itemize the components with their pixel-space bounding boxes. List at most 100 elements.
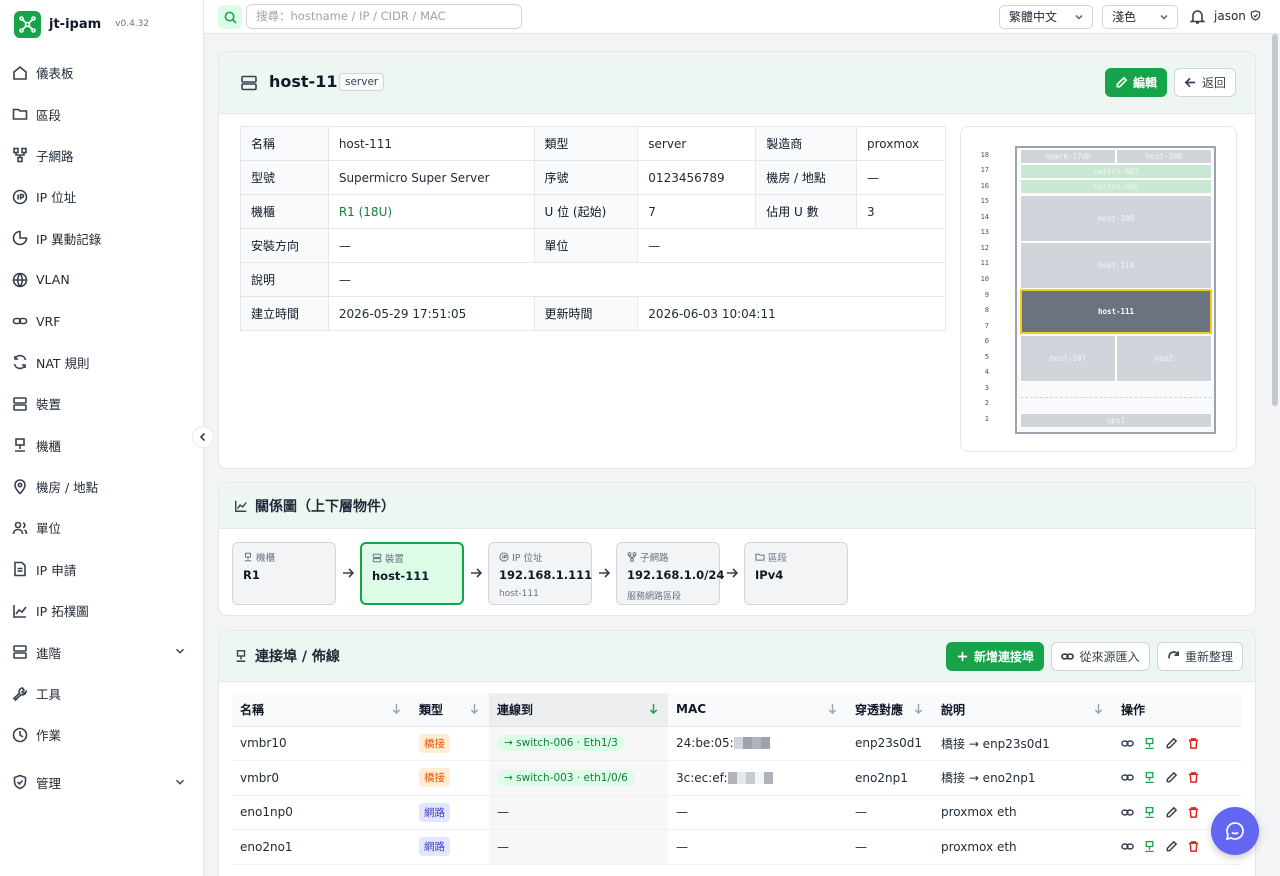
column-header-connected-to[interactable]: 連線到 [489,693,668,727]
trash-icon[interactable] [1187,771,1200,784]
rack-device[interactable]: switch-006 [1020,179,1212,194]
rack-device[interactable]: ups1 [1020,413,1212,428]
link-icon[interactable] [1121,806,1134,819]
column-header-passthrough[interactable]: 穿透對應 [847,693,933,727]
port-mac: 24:be:05: [676,736,734,751]
port-connection-link[interactable]: → switch-003 · eth1/0/6 [497,769,635,786]
sidebar-item-nat-rules[interactable]: NAT 規則 [0,342,203,383]
ip-icon [12,189,28,205]
sidebar-item-sections[interactable]: 區段 [0,93,203,134]
trash-icon[interactable] [1187,737,1200,750]
rack-unit-number: 17 [980,166,989,174]
relation-node-value: host-111 [372,569,430,583]
link-icon[interactable] [1121,771,1134,784]
pencil-icon[interactable] [1165,806,1178,819]
sidebar-item-admin[interactable]: 管理 [0,762,203,803]
ip-icon [499,552,509,562]
link-icon[interactable] [1121,840,1134,853]
sidebar-item-units[interactable]: 單位 [0,507,203,548]
pencil-icon[interactable] [1165,840,1178,853]
sidebar-item-racks[interactable]: 機櫃 [0,425,203,466]
bell-icon[interactable] [1189,8,1206,25]
rack-device-current[interactable]: host-111 [1020,289,1212,334]
relation-node-section[interactable]: 區段 IPv4 [744,542,848,605]
rack-device[interactable]: nas2 [1116,335,1212,382]
table-row: vmbr10 橋接 → switch-006 · Eth1/3 24:be:05… [232,726,1242,761]
import-from-source-button[interactable]: 從來源匯入 [1051,642,1150,671]
add-port-label: 新增連接埠 [973,650,1034,664]
trash-icon[interactable] [1187,806,1200,819]
link-icon[interactable] [1121,737,1134,750]
search-input[interactable]: 搜尋：hostname / IP / CIDR / MAC [246,4,522,29]
sidebar-item-label: 機房 / 地點 [36,480,99,496]
user-menu[interactable]: jason [1214,9,1261,23]
sidebar-item-tools[interactable]: 工具 [0,673,203,714]
column-header-mac[interactable]: MAC [668,693,847,727]
sidebar-item-vlan[interactable]: VLAN [0,259,203,300]
back-button[interactable]: 返回 [1174,68,1236,97]
relation-node-device[interactable]: 裝置 host-111 [360,542,464,605]
port-connection-link[interactable]: → switch-006 · Eth1/3 [497,735,625,752]
sidebar-item-vrf[interactable]: VRF [0,300,203,341]
sort-icon [1094,703,1103,714]
chat-fab-button[interactable] [1211,807,1259,855]
column-header-type[interactable]: 類型 [411,693,489,727]
sidebar-item-jobs[interactable]: 作業 [0,714,203,755]
sidebar-item-label: 機櫃 [36,438,62,454]
edit-button[interactable]: 編輯 [1105,68,1167,97]
port-passthrough: enp23s0d1 [847,726,933,761]
sidebar-item-ip-requests[interactable]: IP 申請 [0,549,203,590]
rack-icon[interactable] [1143,737,1156,750]
column-header-name[interactable]: 名稱 [232,693,411,727]
chevron-down-icon [1075,14,1083,20]
rack-device[interactable]: host-110 [1020,242,1212,289]
chart-icon [235,500,247,512]
rack-icon[interactable] [1143,771,1156,784]
sidebar-item-ip-addresses[interactable]: IP 位址 [0,176,203,217]
sidebar-item-ip-history[interactable]: IP 異動記錄 [0,218,203,259]
sidebar-item-label: NAT 規則 [36,355,90,371]
sidebar-item-label: 子網路 [36,148,74,164]
redacted-mask [736,771,746,784]
page-scrollbar[interactable] [1272,34,1278,406]
sidebar-item-locations[interactable]: 機房 / 地點 [0,466,203,507]
sidebar-item-devices[interactable]: 裝置 [0,383,203,424]
pencil-icon[interactable] [1165,771,1178,784]
field-label: 機櫃 [240,194,329,229]
relation-node-rack[interactable]: 機櫃 R1 [232,542,336,605]
sidebar-item-subnets[interactable]: 子網路 [0,135,203,176]
sidebar-item-dashboard[interactable]: 儀表板 [0,52,203,93]
rack-device[interactable]: host-108 [1116,149,1212,164]
column-header-description[interactable]: 說明 [933,693,1113,727]
theme-select[interactable]: 淺色 [1102,5,1178,29]
rack-icon[interactable] [1143,806,1156,819]
search-button[interactable] [218,5,242,29]
pencil-icon[interactable] [1165,737,1178,750]
trash-icon[interactable] [1187,840,1200,853]
arrow-right-icon [343,568,354,578]
plus-icon [957,651,968,662]
sidebar-item-ip-topology[interactable]: IP 拓樸圖 [0,590,203,631]
brand[interactable]: jt-ipam v0.4.32 [0,0,203,48]
redacted-mask [760,737,770,750]
refresh-button[interactable]: 重新整理 [1157,642,1243,671]
rack-device[interactable]: host-109 [1020,195,1212,242]
edit-button-label: 編輯 [1132,76,1157,90]
language-select[interactable]: 繁體中文 [999,5,1093,29]
rack-device[interactable]: host-107 [1020,335,1116,382]
sort-icon [470,703,479,714]
rack-device[interactable]: switch-003 [1020,164,1212,179]
rack-link[interactable]: R1 (18U) [327,194,535,229]
add-port-button[interactable]: 新增連接埠 [946,642,1044,671]
port-mac: — [668,795,847,830]
sidebar-item-advanced[interactable]: 進階 [0,631,203,672]
sidebar-nav: 儀表板 區段 子網路 IP 位址 IP 異動記錄 VLAN VRF NAT 規則… [0,52,203,803]
location-icon [14,478,26,495]
relation-node-subnet[interactable]: 子網路 192.168.1.0/24 服務網路區段 [616,542,724,605]
relation-node-ip[interactable]: IP 位址 192.168.1.111 host-111 [488,542,592,605]
rack-device[interactable]: spark-17db [1020,149,1116,164]
rack-icon[interactable] [1143,840,1156,853]
relation-card: 關係圖（上下層物件） 機櫃 R1 裝置 host-111 IP 位址 192.1… [218,482,1256,616]
field-label: 名稱 [240,126,329,161]
sidebar-collapse-button[interactable] [192,426,214,448]
